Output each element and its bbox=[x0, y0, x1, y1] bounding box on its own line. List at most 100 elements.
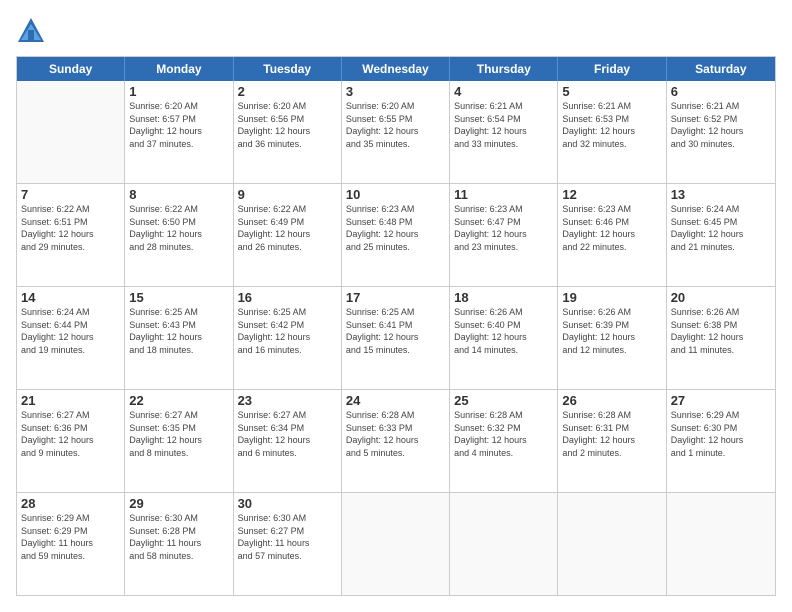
weekday-header: Thursday bbox=[450, 57, 558, 81]
day-number: 5 bbox=[562, 84, 661, 99]
day-info: Sunrise: 6:21 AM Sunset: 6:53 PM Dayligh… bbox=[562, 100, 661, 150]
day-number: 8 bbox=[129, 187, 228, 202]
day-number: 9 bbox=[238, 187, 337, 202]
calendar-body: 1Sunrise: 6:20 AM Sunset: 6:57 PM Daylig… bbox=[17, 81, 775, 595]
calendar-cell: 10Sunrise: 6:23 AM Sunset: 6:48 PM Dayli… bbox=[342, 184, 450, 286]
day-number: 16 bbox=[238, 290, 337, 305]
day-number: 19 bbox=[562, 290, 661, 305]
day-number: 2 bbox=[238, 84, 337, 99]
day-info: Sunrise: 6:27 AM Sunset: 6:36 PM Dayligh… bbox=[21, 409, 120, 459]
day-info: Sunrise: 6:25 AM Sunset: 6:43 PM Dayligh… bbox=[129, 306, 228, 356]
day-number: 21 bbox=[21, 393, 120, 408]
day-number: 27 bbox=[671, 393, 771, 408]
day-number: 11 bbox=[454, 187, 553, 202]
day-info: Sunrise: 6:29 AM Sunset: 6:30 PM Dayligh… bbox=[671, 409, 771, 459]
calendar-cell: 13Sunrise: 6:24 AM Sunset: 6:45 PM Dayli… bbox=[667, 184, 775, 286]
day-number: 28 bbox=[21, 496, 120, 511]
day-number: 12 bbox=[562, 187, 661, 202]
calendar-cell: 12Sunrise: 6:23 AM Sunset: 6:46 PM Dayli… bbox=[558, 184, 666, 286]
calendar-cell: 16Sunrise: 6:25 AM Sunset: 6:42 PM Dayli… bbox=[234, 287, 342, 389]
day-info: Sunrise: 6:22 AM Sunset: 6:51 PM Dayligh… bbox=[21, 203, 120, 253]
logo bbox=[16, 16, 50, 46]
calendar-row: 28Sunrise: 6:29 AM Sunset: 6:29 PM Dayli… bbox=[17, 492, 775, 595]
calendar-cell bbox=[342, 493, 450, 595]
calendar-cell: 8Sunrise: 6:22 AM Sunset: 6:50 PM Daylig… bbox=[125, 184, 233, 286]
day-number: 18 bbox=[454, 290, 553, 305]
day-info: Sunrise: 6:23 AM Sunset: 6:48 PM Dayligh… bbox=[346, 203, 445, 253]
day-number: 26 bbox=[562, 393, 661, 408]
day-number: 22 bbox=[129, 393, 228, 408]
weekday-header: Friday bbox=[558, 57, 666, 81]
calendar-cell: 18Sunrise: 6:26 AM Sunset: 6:40 PM Dayli… bbox=[450, 287, 558, 389]
day-number: 24 bbox=[346, 393, 445, 408]
calendar-cell bbox=[450, 493, 558, 595]
calendar-cell: 29Sunrise: 6:30 AM Sunset: 6:28 PM Dayli… bbox=[125, 493, 233, 595]
calendar-cell: 20Sunrise: 6:26 AM Sunset: 6:38 PM Dayli… bbox=[667, 287, 775, 389]
calendar-cell: 28Sunrise: 6:29 AM Sunset: 6:29 PM Dayli… bbox=[17, 493, 125, 595]
weekday-header: Wednesday bbox=[342, 57, 450, 81]
calendar-cell bbox=[558, 493, 666, 595]
day-info: Sunrise: 6:25 AM Sunset: 6:42 PM Dayligh… bbox=[238, 306, 337, 356]
calendar-cell: 2Sunrise: 6:20 AM Sunset: 6:56 PM Daylig… bbox=[234, 81, 342, 183]
calendar-cell: 24Sunrise: 6:28 AM Sunset: 6:33 PM Dayli… bbox=[342, 390, 450, 492]
calendar-cell bbox=[17, 81, 125, 183]
day-info: Sunrise: 6:23 AM Sunset: 6:46 PM Dayligh… bbox=[562, 203, 661, 253]
day-info: Sunrise: 6:20 AM Sunset: 6:56 PM Dayligh… bbox=[238, 100, 337, 150]
calendar-cell: 4Sunrise: 6:21 AM Sunset: 6:54 PM Daylig… bbox=[450, 81, 558, 183]
calendar-cell: 30Sunrise: 6:30 AM Sunset: 6:27 PM Dayli… bbox=[234, 493, 342, 595]
calendar-cell: 15Sunrise: 6:25 AM Sunset: 6:43 PM Dayli… bbox=[125, 287, 233, 389]
calendar-cell: 1Sunrise: 6:20 AM Sunset: 6:57 PM Daylig… bbox=[125, 81, 233, 183]
day-info: Sunrise: 6:30 AM Sunset: 6:28 PM Dayligh… bbox=[129, 512, 228, 562]
day-number: 15 bbox=[129, 290, 228, 305]
day-info: Sunrise: 6:28 AM Sunset: 6:31 PM Dayligh… bbox=[562, 409, 661, 459]
weekday-header: Sunday bbox=[17, 57, 125, 81]
day-number: 10 bbox=[346, 187, 445, 202]
calendar-row: 7Sunrise: 6:22 AM Sunset: 6:51 PM Daylig… bbox=[17, 183, 775, 286]
calendar-cell: 5Sunrise: 6:21 AM Sunset: 6:53 PM Daylig… bbox=[558, 81, 666, 183]
day-info: Sunrise: 6:26 AM Sunset: 6:38 PM Dayligh… bbox=[671, 306, 771, 356]
day-number: 30 bbox=[238, 496, 337, 511]
day-number: 6 bbox=[671, 84, 771, 99]
calendar-row: 21Sunrise: 6:27 AM Sunset: 6:36 PM Dayli… bbox=[17, 389, 775, 492]
header bbox=[16, 16, 776, 46]
day-info: Sunrise: 6:28 AM Sunset: 6:33 PM Dayligh… bbox=[346, 409, 445, 459]
day-number: 29 bbox=[129, 496, 228, 511]
day-info: Sunrise: 6:22 AM Sunset: 6:49 PM Dayligh… bbox=[238, 203, 337, 253]
calendar-cell: 11Sunrise: 6:23 AM Sunset: 6:47 PM Dayli… bbox=[450, 184, 558, 286]
calendar-cell: 3Sunrise: 6:20 AM Sunset: 6:55 PM Daylig… bbox=[342, 81, 450, 183]
calendar-cell: 17Sunrise: 6:25 AM Sunset: 6:41 PM Dayli… bbox=[342, 287, 450, 389]
day-info: Sunrise: 6:27 AM Sunset: 6:34 PM Dayligh… bbox=[238, 409, 337, 459]
day-number: 25 bbox=[454, 393, 553, 408]
day-info: Sunrise: 6:24 AM Sunset: 6:45 PM Dayligh… bbox=[671, 203, 771, 253]
day-info: Sunrise: 6:24 AM Sunset: 6:44 PM Dayligh… bbox=[21, 306, 120, 356]
day-info: Sunrise: 6:28 AM Sunset: 6:32 PM Dayligh… bbox=[454, 409, 553, 459]
calendar-cell: 26Sunrise: 6:28 AM Sunset: 6:31 PM Dayli… bbox=[558, 390, 666, 492]
day-info: Sunrise: 6:22 AM Sunset: 6:50 PM Dayligh… bbox=[129, 203, 228, 253]
logo-icon bbox=[16, 16, 46, 46]
weekday-header: Saturday bbox=[667, 57, 775, 81]
calendar-cell: 27Sunrise: 6:29 AM Sunset: 6:30 PM Dayli… bbox=[667, 390, 775, 492]
day-info: Sunrise: 6:26 AM Sunset: 6:39 PM Dayligh… bbox=[562, 306, 661, 356]
calendar: SundayMondayTuesdayWednesdayThursdayFrid… bbox=[16, 56, 776, 596]
calendar-cell: 7Sunrise: 6:22 AM Sunset: 6:51 PM Daylig… bbox=[17, 184, 125, 286]
calendar-cell: 23Sunrise: 6:27 AM Sunset: 6:34 PM Dayli… bbox=[234, 390, 342, 492]
weekday-header: Tuesday bbox=[234, 57, 342, 81]
day-info: Sunrise: 6:20 AM Sunset: 6:57 PM Dayligh… bbox=[129, 100, 228, 150]
day-info: Sunrise: 6:23 AM Sunset: 6:47 PM Dayligh… bbox=[454, 203, 553, 253]
day-number: 7 bbox=[21, 187, 120, 202]
calendar-cell bbox=[667, 493, 775, 595]
calendar-row: 1Sunrise: 6:20 AM Sunset: 6:57 PM Daylig… bbox=[17, 81, 775, 183]
day-info: Sunrise: 6:29 AM Sunset: 6:29 PM Dayligh… bbox=[21, 512, 120, 562]
weekday-header: Monday bbox=[125, 57, 233, 81]
day-number: 17 bbox=[346, 290, 445, 305]
calendar-cell: 22Sunrise: 6:27 AM Sunset: 6:35 PM Dayli… bbox=[125, 390, 233, 492]
page: SundayMondayTuesdayWednesdayThursdayFrid… bbox=[0, 0, 792, 612]
calendar-cell: 9Sunrise: 6:22 AM Sunset: 6:49 PM Daylig… bbox=[234, 184, 342, 286]
day-info: Sunrise: 6:20 AM Sunset: 6:55 PM Dayligh… bbox=[346, 100, 445, 150]
day-info: Sunrise: 6:27 AM Sunset: 6:35 PM Dayligh… bbox=[129, 409, 228, 459]
calendar-cell: 21Sunrise: 6:27 AM Sunset: 6:36 PM Dayli… bbox=[17, 390, 125, 492]
day-info: Sunrise: 6:25 AM Sunset: 6:41 PM Dayligh… bbox=[346, 306, 445, 356]
day-number: 13 bbox=[671, 187, 771, 202]
day-number: 4 bbox=[454, 84, 553, 99]
day-info: Sunrise: 6:30 AM Sunset: 6:27 PM Dayligh… bbox=[238, 512, 337, 562]
